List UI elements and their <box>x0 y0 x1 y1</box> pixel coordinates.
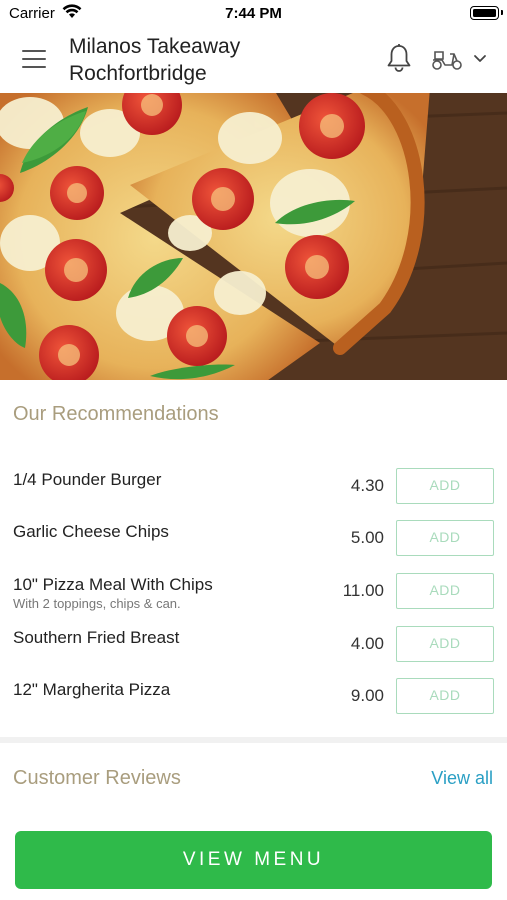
section-divider <box>0 737 507 743</box>
menu-icon[interactable] <box>22 48 48 70</box>
list-item: Garlic Cheese Chips 5.00 ADD <box>0 512 507 564</box>
item-price: 4.00 <box>350 634 384 653</box>
item-price: 5.00 <box>350 528 384 547</box>
store-name-line2: Rochfortbridge <box>69 62 207 85</box>
list-item: Southern Fried Breast 4.00 ADD <box>0 618 507 670</box>
item-price: 9.00 <box>350 686 384 705</box>
hero-pizza-image <box>0 93 507 380</box>
app-header: Milanos Takeaway Rochfortbridge <box>0 26 507 93</box>
item-price: 4.30 <box>350 476 384 495</box>
clock-time: 7:44 PM <box>225 5 282 22</box>
item-name: Southern Fried Breast <box>13 628 180 647</box>
status-bar: Carrier 7:44 PM <box>0 0 507 26</box>
item-name: Garlic Cheese Chips <box>13 522 169 541</box>
item-price: 11.00 <box>342 581 384 600</box>
reviews-title: Customer Reviews <box>13 767 181 789</box>
add-button[interactable]: ADD <box>396 678 494 714</box>
add-button[interactable]: ADD <box>396 626 494 662</box>
battery-icon <box>470 6 503 20</box>
item-name: 10" Pizza Meal With Chips <box>13 575 213 594</box>
view-menu-button[interactable]: VIEW MENU <box>15 831 492 889</box>
list-item: 12" Margherita Pizza 9.00 ADD <box>0 670 507 722</box>
add-button[interactable]: ADD <box>396 468 494 504</box>
item-name: 1/4 Pounder Burger <box>13 470 162 489</box>
scooter-icon[interactable] <box>430 46 464 72</box>
store-name: Milanos Takeaway Rochfortbridge <box>69 33 349 87</box>
recommendations-title: Our Recommendations <box>13 403 219 425</box>
add-button[interactable]: ADD <box>396 573 494 609</box>
bell-icon[interactable] <box>385 43 413 73</box>
chevron-down-icon[interactable] <box>472 52 488 66</box>
view-all-link[interactable]: View all <box>431 768 493 789</box>
item-description: With 2 toppings, chips & can. <box>13 596 181 611</box>
list-item: 1/4 Pounder Burger 4.30 ADD <box>0 460 507 512</box>
list-item: 10" Pizza Meal With Chips With 2 topping… <box>0 565 507 617</box>
store-name-line1: Milanos Takeaway <box>69 35 241 58</box>
add-button[interactable]: ADD <box>396 520 494 556</box>
item-name: 12" Margherita Pizza <box>13 680 171 699</box>
